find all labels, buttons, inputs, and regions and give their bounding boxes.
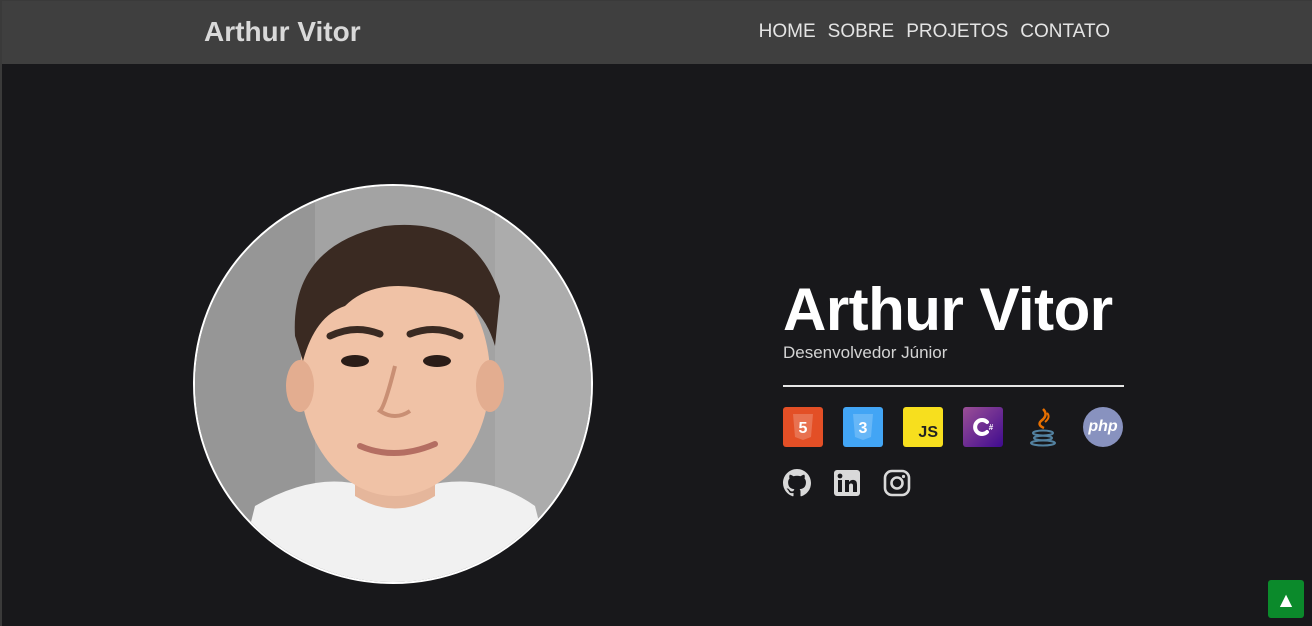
php-icon: php <box>1083 407 1123 447</box>
scroll-to-top-button[interactable]: ▲ <box>1268 580 1304 618</box>
tech-icons-row: 5 3 JS # php <box>783 407 1123 447</box>
nav-projetos[interactable]: PROJETOS <box>906 21 1008 43</box>
instagram-icon[interactable] <box>883 468 911 498</box>
profile-photo <box>193 184 593 584</box>
svg-text:#: # <box>989 423 994 432</box>
arrow-up-icon: ▲ <box>1279 589 1293 609</box>
javascript-icon: JS <box>903 407 943 447</box>
csharp-icon: # <box>963 407 1003 447</box>
nav-sobre[interactable]: SOBRE <box>828 21 895 43</box>
github-icon[interactable] <box>783 468 811 498</box>
linkedin-icon[interactable] <box>833 468 861 498</box>
java-icon <box>1023 407 1063 447</box>
nav-links: HOME SOBRE PROJETOS CONTATO <box>759 21 1110 43</box>
brand-logo[interactable]: Arthur Vitor <box>204 16 361 48</box>
social-icons-row <box>783 468 911 498</box>
hero-text: Arthur Vitor Desenvolvedor Júnior <box>783 277 1123 363</box>
hero-role: Desenvolvedor Júnior <box>783 343 948 362</box>
svg-text:3: 3 <box>859 420 868 437</box>
hero-name: Arthur Vitor <box>783 276 1113 343</box>
nav-home[interactable]: HOME <box>759 21 816 43</box>
css3-icon: 3 <box>843 407 883 447</box>
html5-icon: 5 <box>783 407 823 447</box>
php-icon-label: php <box>1088 418 1118 435</box>
nav-contato[interactable]: CONTATO <box>1020 21 1110 43</box>
profile-photo-illustration <box>195 186 591 582</box>
hero-divider <box>783 385 1124 387</box>
svg-text:5: 5 <box>799 420 808 437</box>
javascript-icon-label: JS <box>918 424 938 441</box>
navbar: Arthur Vitor HOME SOBRE PROJETOS CONTATO <box>2 1 1312 64</box>
